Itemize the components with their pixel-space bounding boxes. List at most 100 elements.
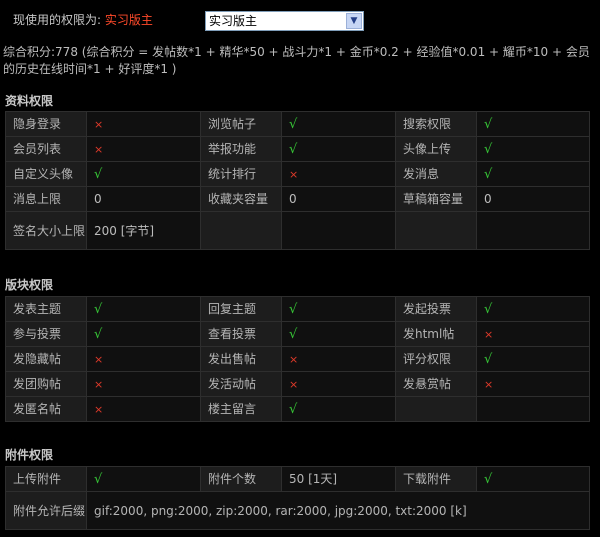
permission-label: 消息上限 bbox=[5, 186, 87, 212]
permission-value-cell: √ bbox=[86, 161, 201, 187]
table-row: 附件允许后缀 gif:2000, png:2000, zip:2000, rar… bbox=[5, 491, 590, 530]
permission-value-cell: √ bbox=[86, 296, 201, 322]
permission-value: 200 [字节] bbox=[94, 223, 155, 238]
cross-icon: × bbox=[94, 377, 104, 391]
role-select-value: 实习版主 bbox=[209, 14, 258, 28]
check-icon: √ bbox=[94, 471, 103, 487]
check-icon: √ bbox=[484, 351, 493, 367]
permission-value-cell: 200 [字节] bbox=[86, 211, 201, 250]
table-row: 自定义头像 √ 统计排行 × 发消息 √ bbox=[5, 161, 590, 187]
permission-value-cell: 0 bbox=[476, 186, 590, 212]
check-icon: √ bbox=[484, 301, 493, 317]
permission-label: 发表主题 bbox=[5, 296, 87, 322]
permission-label: 头像上传 bbox=[395, 136, 477, 162]
permission-label: 发消息 bbox=[395, 161, 477, 187]
check-icon: √ bbox=[289, 326, 298, 342]
permission-label: 草稿箱容量 bbox=[395, 186, 477, 212]
permission-label: 楼主留言 bbox=[200, 396, 282, 422]
permission-value-cell: √ bbox=[281, 111, 396, 137]
permission-label: 附件个数 bbox=[200, 466, 282, 492]
permission-value-cell: × bbox=[281, 371, 396, 397]
check-icon: √ bbox=[94, 301, 103, 317]
permission-value-cell bbox=[281, 211, 396, 250]
table-row: 隐身登录 × 浏览帖子 √ 搜索权限 √ bbox=[5, 111, 590, 137]
permission-value-cell: × bbox=[86, 371, 201, 397]
attach-count-value: 50 [1天] bbox=[281, 466, 396, 492]
section-title-attach: 附件权限 bbox=[5, 448, 54, 462]
check-icon: √ bbox=[289, 116, 298, 132]
permission-label: 发匿名帖 bbox=[5, 396, 87, 422]
cross-icon: × bbox=[94, 142, 104, 156]
permission-value: 0 bbox=[289, 192, 297, 206]
check-icon: √ bbox=[484, 471, 493, 487]
permission-value-cell: √ bbox=[476, 136, 590, 162]
cross-icon: × bbox=[289, 167, 299, 181]
data-permissions-table: 隐身登录 × 浏览帖子 √ 搜索权限 √ 会员列表 × 举报功能 √ 头像上传 √ 自定义头像 √ 统计排行… bbox=[5, 111, 590, 250]
permission-value-cell: × bbox=[86, 136, 201, 162]
table-row: 发匿名帖 × 楼主留言 √ bbox=[5, 396, 590, 422]
cross-icon: × bbox=[484, 327, 494, 341]
permission-label: 搜索权限 bbox=[395, 111, 477, 137]
permission-label: 查看投票 bbox=[200, 321, 282, 347]
permission-label: 浏览帖子 bbox=[200, 111, 282, 137]
table-row: 发隐藏帖 × 发出售帖 × 评分权限 √ bbox=[5, 346, 590, 372]
check-icon: √ bbox=[94, 166, 103, 182]
check-icon: √ bbox=[484, 116, 493, 132]
check-icon: √ bbox=[289, 401, 298, 417]
allowed-extensions-value: gif:2000, png:2000, zip:2000, rar:2000, … bbox=[86, 491, 590, 530]
permission-label: 发出售帖 bbox=[200, 346, 282, 372]
permission-value-cell: √ bbox=[281, 396, 396, 422]
permission-value-cell: 0 bbox=[281, 186, 396, 212]
table-row: 会员列表 × 举报功能 √ 头像上传 √ bbox=[5, 136, 590, 162]
permission-value-cell: √ bbox=[281, 296, 396, 322]
permission-value-cell: × bbox=[86, 111, 201, 137]
current-role: 实习版主 bbox=[104, 13, 153, 27]
permission-label: 自定义头像 bbox=[5, 161, 87, 187]
table-row: 签名大小上限 200 [字节] bbox=[5, 211, 590, 250]
permission-value-cell: √ bbox=[476, 296, 590, 322]
permission-label bbox=[395, 396, 477, 422]
permission-label: 统计排行 bbox=[200, 161, 282, 187]
permission-label: 发隐藏帖 bbox=[5, 346, 87, 372]
permission-label bbox=[200, 211, 282, 250]
cross-icon: × bbox=[94, 352, 104, 366]
download-attach-value: √ bbox=[476, 466, 590, 492]
cross-icon: × bbox=[289, 352, 299, 366]
permission-value-cell: × bbox=[476, 321, 590, 347]
permission-label-text: 现使用的权限为: bbox=[13, 13, 102, 27]
permission-value-cell: √ bbox=[281, 321, 396, 347]
current-permission-label: 现使用的权限为: 实习版主 bbox=[13, 11, 153, 28]
table-row: 消息上限 0 收藏夹容量 0 草稿箱容量 0 bbox=[5, 186, 590, 212]
permission-label: 发团购帖 bbox=[5, 371, 87, 397]
permission-value-cell: √ bbox=[476, 346, 590, 372]
permission-label: 回复主题 bbox=[200, 296, 282, 322]
permission-label: 举报功能 bbox=[200, 136, 282, 162]
upload-attach-value: √ bbox=[86, 466, 201, 492]
board-permissions-table: 发表主题 √ 回复主题 √ 发起投票 √ 参与投票 √ 查看投票 √ 发html帖 × 发隐藏帖 × 发出售… bbox=[5, 296, 590, 422]
permission-label: 会员列表 bbox=[5, 136, 87, 162]
attach-permissions-table: 上传附件 √ 附件个数 50 [1天] 下载附件 √ 附件允许后缀 gif:20… bbox=[5, 466, 590, 530]
permission-label: 附件允许后缀 bbox=[5, 491, 87, 530]
check-icon: √ bbox=[484, 166, 493, 182]
permission-label: 发起投票 bbox=[395, 296, 477, 322]
table-row: 参与投票 √ 查看投票 √ 发html帖 × bbox=[5, 321, 590, 347]
table-row: 发团购帖 × 发活动帖 × 发悬赏帖 × bbox=[5, 371, 590, 397]
permission-label: 隐身登录 bbox=[5, 111, 87, 137]
permission-value: 0 bbox=[484, 192, 492, 206]
table-row: 发表主题 √ 回复主题 √ 发起投票 √ bbox=[5, 296, 590, 322]
permission-header: 现使用的权限为: 实习版主 实习版主 ▼ bbox=[0, 0, 600, 40]
permission-label: 收藏夹容量 bbox=[200, 186, 282, 212]
permission-label: 发悬赏帖 bbox=[395, 371, 477, 397]
chevron-down-icon[interactable]: ▼ bbox=[346, 13, 362, 29]
permission-value-cell bbox=[476, 396, 590, 422]
check-icon: √ bbox=[289, 301, 298, 317]
permission-label: 上传附件 bbox=[5, 466, 87, 492]
permission-value-cell: √ bbox=[476, 111, 590, 137]
permission-value-cell: √ bbox=[86, 321, 201, 347]
permission-value-cell: √ bbox=[281, 136, 396, 162]
permission-label bbox=[395, 211, 477, 250]
role-select[interactable]: 实习版主 ▼ bbox=[205, 11, 364, 31]
permission-value-cell: × bbox=[86, 346, 201, 372]
permission-label: 发html帖 bbox=[395, 321, 477, 347]
permission-label: 参与投票 bbox=[5, 321, 87, 347]
